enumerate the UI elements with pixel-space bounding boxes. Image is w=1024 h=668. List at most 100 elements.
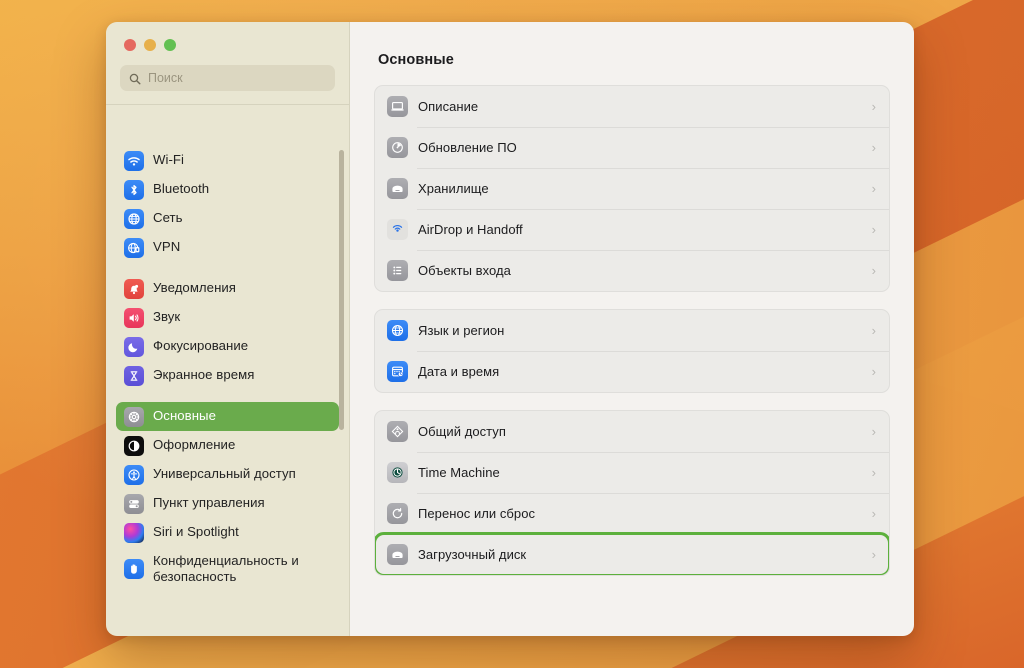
settings-row-label: Язык и регион: [418, 323, 505, 338]
sidebar-item-label: Универсальный доступ: [153, 466, 296, 482]
settings-row-label: Объекты входа: [418, 263, 511, 278]
minimize-button[interactable]: [144, 39, 156, 51]
search-input[interactable]: [148, 71, 326, 85]
sidebar-item-label: Siri и Spotlight: [153, 524, 239, 540]
sidebar-group-personal: Основные Оформление Универсальный доступ…: [116, 402, 339, 591]
vpn-globe-icon: [124, 237, 144, 258]
settings-row-startup-disk[interactable]: Загрузочный диск ›: [375, 532, 889, 575]
sidebar-item-control-center[interactable]: Пункт управления: [116, 489, 339, 518]
chevron-right-icon: ›: [871, 364, 876, 379]
sidebar-item-vpn[interactable]: VPN: [116, 233, 339, 262]
settings-row-label: AirDrop и Handoff: [418, 222, 523, 237]
control-center-icon: [124, 493, 144, 514]
sidebar-scrollbar[interactable]: [339, 150, 344, 430]
settings-row-label: Описание: [418, 99, 479, 114]
settings-row-label: Хранилище: [418, 181, 489, 196]
sidebar-item-bluetooth[interactable]: Bluetooth: [116, 175, 339, 204]
siri-icon: [124, 522, 144, 543]
search-field[interactable]: [120, 65, 335, 91]
settings-row-label: Дата и время: [418, 364, 500, 379]
chevron-right-icon: ›: [871, 547, 876, 562]
settings-row-storage[interactable]: Хранилище ›: [375, 168, 889, 209]
time-machine-icon: [387, 462, 408, 483]
sharing-icon: [387, 421, 408, 442]
settings-row-label: Time Machine: [418, 465, 500, 480]
settings-row-sharing[interactable]: Общий доступ ›: [375, 411, 889, 452]
zoom-button[interactable]: [164, 39, 176, 51]
date-time-icon: [387, 361, 408, 382]
sidebar-item-wifi[interactable]: Wi-Fi: [116, 146, 339, 175]
settings-row-transfer-reset[interactable]: Перенос или сброс ›: [375, 493, 889, 534]
appearance-icon: [124, 435, 144, 456]
storage-disk-icon: [387, 178, 408, 199]
network-globe-icon: [124, 208, 144, 229]
sidebar-item-network[interactable]: Сеть: [116, 204, 339, 233]
search-icon: [129, 72, 141, 85]
sidebar-divider: [106, 104, 349, 105]
sidebar-item-label: Уведомления: [153, 280, 237, 296]
sidebar-scroll-area[interactable]: Wi-Fi Bluetooth Сеть VPN Уведомления Зву…: [106, 139, 349, 636]
startup-disk-icon: [387, 544, 408, 565]
settings-row-language-region[interactable]: Язык и регион ›: [375, 310, 889, 351]
sidebar-group-system: Уведомления Звук Фокусирование Экранное …: [116, 274, 339, 390]
hand-shield-icon: [124, 559, 144, 579]
search-container: [106, 51, 349, 91]
transfer-reset-icon: [387, 503, 408, 524]
sidebar-item-label: Оформление: [153, 437, 236, 453]
speaker-icon: [124, 307, 144, 328]
page-title: Основные: [378, 52, 454, 68]
gear-icon: [124, 406, 144, 427]
hourglass-icon: [124, 365, 144, 386]
sidebar-item-label: Фокусирование: [153, 338, 249, 354]
sidebar-item-label: VPN: [153, 239, 181, 255]
chevron-right-icon: ›: [871, 181, 876, 196]
moon-icon: [124, 336, 144, 357]
wifi-icon: [124, 150, 144, 171]
close-button[interactable]: [124, 39, 136, 51]
chevron-right-icon: ›: [871, 222, 876, 237]
sidebar-item-appearance[interactable]: Оформление: [116, 431, 339, 460]
sidebar-item-notifications[interactable]: Уведомления: [116, 274, 339, 303]
sidebar-item-screen-time[interactable]: Экранное время: [116, 361, 339, 390]
main-content: Основные Описание › Обновление ПО › Хран…: [350, 22, 914, 636]
sidebar-item-general[interactable]: Основные: [116, 402, 339, 431]
settings-row-time-machine[interactable]: Time Machine ›: [375, 452, 889, 493]
sidebar-item-privacy-security[interactable]: Конфиденциальность и безопасность: [116, 547, 339, 591]
sidebar-item-label: Экранное время: [153, 367, 255, 383]
bluetooth-icon: [124, 179, 144, 200]
accessibility-icon: [124, 464, 144, 485]
sidebar-item-label: Основные: [153, 408, 216, 424]
chevron-right-icon: ›: [871, 323, 876, 338]
login-items-icon: [387, 260, 408, 281]
airdrop-icon: [387, 219, 408, 240]
chevron-right-icon: ›: [871, 506, 876, 521]
settings-group-2: Язык и регион › Дата и время ›: [374, 309, 890, 393]
sidebar-item-label: Wi-Fi: [153, 152, 185, 168]
sidebar-item-accessibility[interactable]: Универсальный доступ: [116, 460, 339, 489]
sidebar: Wi-Fi Bluetooth: [106, 22, 350, 636]
sidebar-item-sound[interactable]: Звук: [116, 303, 339, 332]
settings-row-airdrop-handoff[interactable]: AirDrop и Handoff ›: [375, 209, 889, 250]
chevron-right-icon: ›: [871, 99, 876, 114]
sidebar-item-label: Сеть: [153, 210, 183, 226]
sidebar-group-network: Wi-Fi Bluetooth Сеть VPN: [116, 146, 339, 262]
settings-row-about[interactable]: Описание ›: [375, 86, 889, 127]
sidebar-item-label: Конфиденциальность и безопасность: [153, 552, 299, 584]
bell-icon: [124, 278, 144, 299]
settings-group-1: Описание › Обновление ПО › Хранилище › A…: [374, 85, 890, 292]
settings-row-label: Перенос или сброс: [418, 506, 536, 521]
sidebar-item-focus[interactable]: Фокусирование: [116, 332, 339, 361]
sidebar-item-siri-spotlight[interactable]: Siri и Spotlight: [116, 518, 339, 547]
sidebar-item-label: Bluetooth: [153, 181, 210, 197]
system-settings-window: Wi-Fi Bluetooth: [106, 22, 914, 636]
settings-row-software-update[interactable]: Обновление ПО ›: [375, 127, 889, 168]
chevron-right-icon: ›: [871, 465, 876, 480]
software-update-icon: [387, 137, 408, 158]
settings-group-3: Общий доступ › Time Machine › Перенос ил…: [374, 410, 890, 576]
settings-row-login-items[interactable]: Объекты входа ›: [375, 250, 889, 291]
sidebar-item-label: Пункт управления: [153, 495, 265, 511]
window-traffic-lights: [106, 22, 349, 51]
settings-row-label: Загрузочный диск: [418, 547, 527, 562]
settings-row-date-time[interactable]: Дата и время ›: [375, 351, 889, 392]
chevron-right-icon: ›: [871, 140, 876, 155]
